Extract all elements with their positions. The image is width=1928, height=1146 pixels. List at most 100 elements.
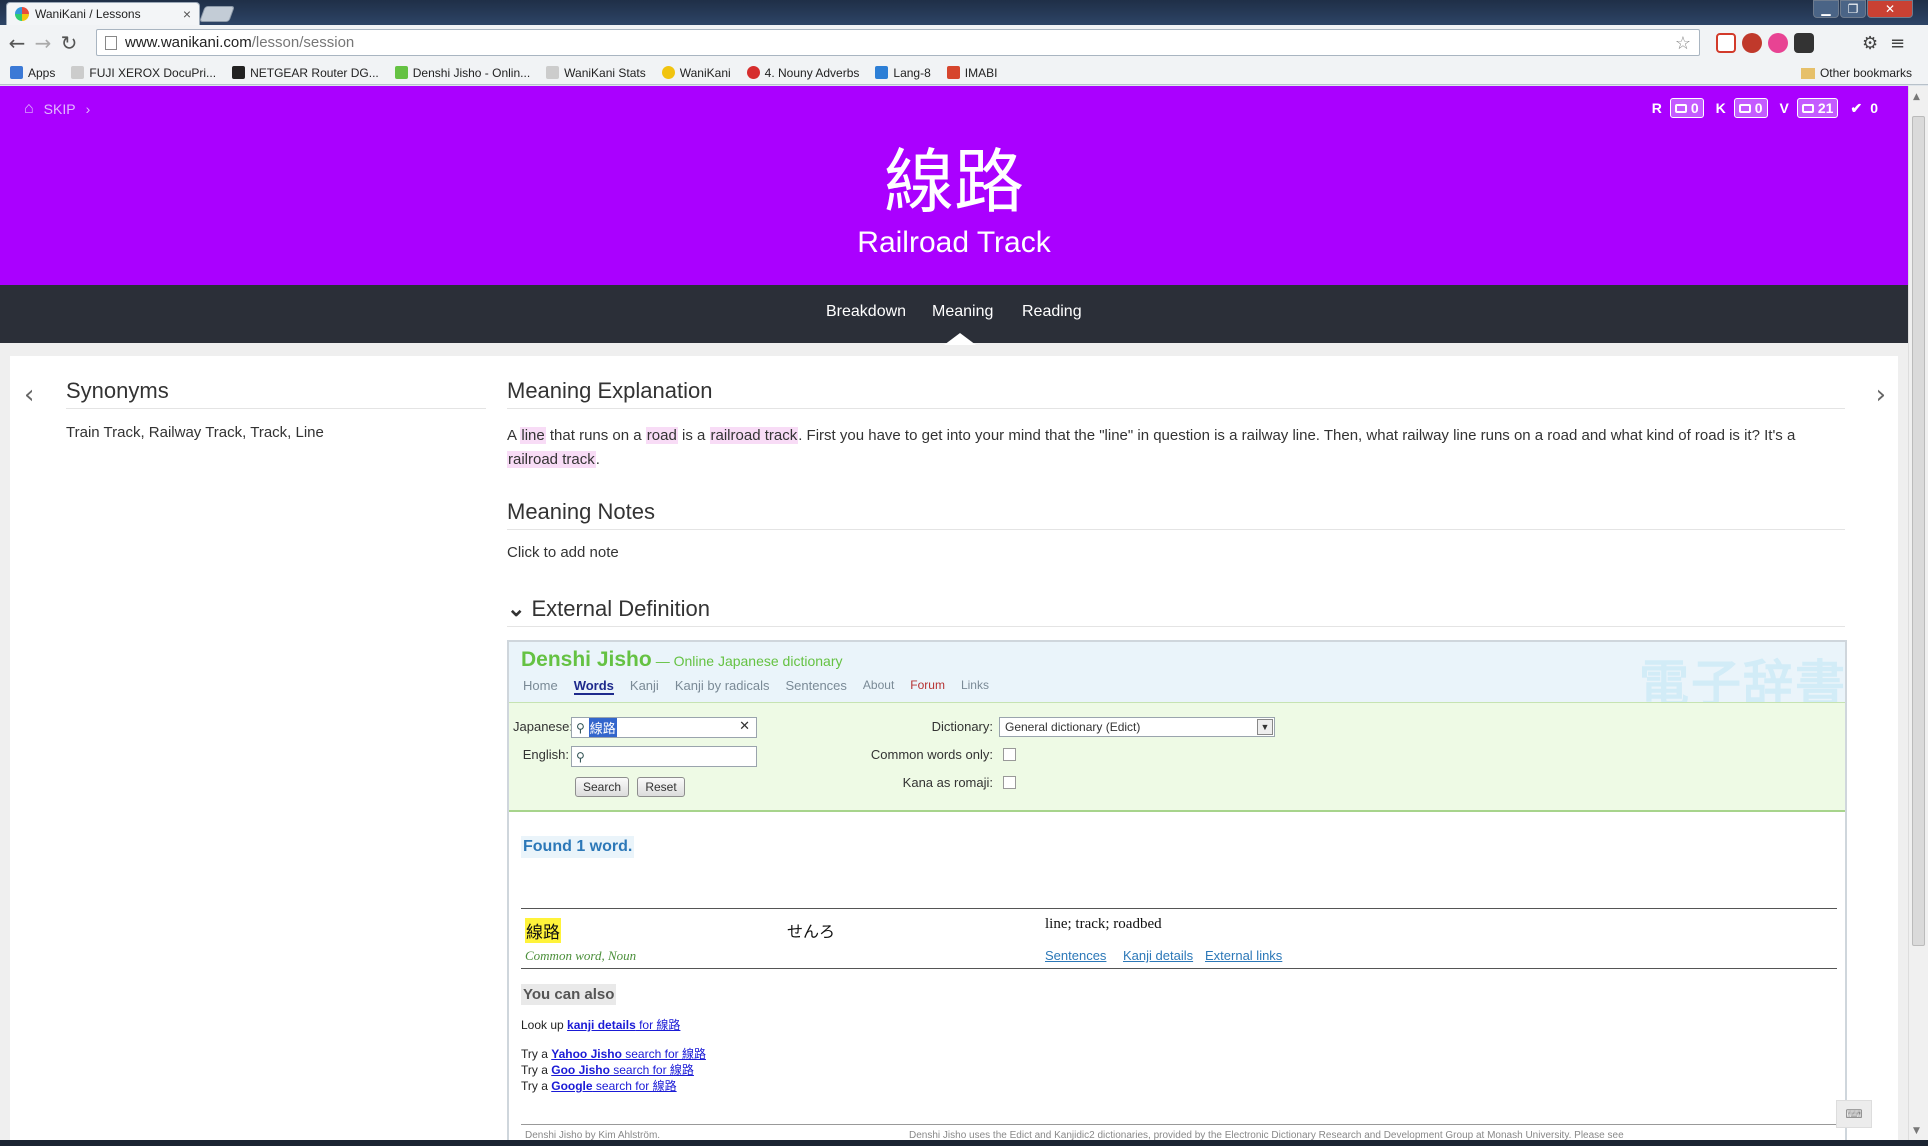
- new-tab-button[interactable]: [199, 6, 235, 22]
- yahoo-jisho-link[interactable]: Yahoo Jisho search for 線路: [551, 1047, 706, 1061]
- english-input[interactable]: ⚲: [571, 746, 757, 767]
- results-count: Found 1 word.: [521, 836, 635, 858]
- result-tag: Common word, Noun: [525, 948, 637, 963]
- done-count: ✔ 0: [1850, 99, 1878, 117]
- kanji-details-lookup-link[interactable]: kanji details for 線路: [567, 1018, 680, 1032]
- browser-toolbar: ← → ↻ www.wanikani.com/lesson/session ☆: [0, 25, 1928, 61]
- taskbar: [0, 1140, 1928, 1146]
- settings-gear-icon[interactable]: ⚙: [1862, 33, 1882, 54]
- close-tab-icon[interactable]: ×: [183, 6, 191, 22]
- gmail-extension-icon[interactable]: [1716, 33, 1736, 53]
- kanji-details-link[interactable]: Kanji details: [1123, 948, 1193, 963]
- chevron-right-icon: ›: [85, 101, 91, 117]
- tomato-icon: [746, 66, 760, 79]
- sentences-link[interactable]: Sentences: [1045, 948, 1106, 963]
- browser-tab-title: WaniKani / Lessons: [35, 7, 141, 21]
- jisho-nav-words[interactable]: Words: [573, 678, 614, 695]
- jisho-title[interactable]: Denshi Jisho — Online Japanese dictionary: [521, 648, 842, 672]
- extension-dark-icon[interactable]: [1794, 33, 1814, 53]
- external-definition-title[interactable]: ⌄ External Definition: [507, 596, 1845, 627]
- back-arrow-icon[interactable]: ←: [4, 31, 30, 55]
- skip-button[interactable]: SKIP: [44, 101, 76, 117]
- vocab-character: 線路: [884, 141, 1024, 223]
- imabi-icon: [946, 66, 960, 79]
- japanese-input-value: 線路: [588, 718, 617, 737]
- kana-romaji-checkbox[interactable]: [1003, 776, 1016, 789]
- wanikani-icon: [661, 66, 675, 79]
- keyboard-icon[interactable]: ⌨: [1836, 1100, 1872, 1128]
- jisho-nav-sentences[interactable]: Sentences: [785, 678, 846, 695]
- address-bar[interactable]: www.wanikani.com/lesson/session ☆: [96, 29, 1700, 56]
- jisho-search-button[interactable]: Search: [575, 777, 629, 797]
- minimize-button[interactable]: ▁: [1813, 0, 1839, 18]
- jisho-nav-links[interactable]: Links: [961, 678, 989, 695]
- goo-jisho-link[interactable]: Goo Jisho search for 線路: [551, 1063, 694, 1077]
- bookmark-netgear[interactable]: NETGEAR Router DG...: [232, 66, 379, 80]
- add-note[interactable]: Click to add note: [507, 544, 619, 561]
- adblock-extension-icon[interactable]: [1742, 33, 1762, 53]
- header-nav: ⌂ SKIP ›: [24, 100, 90, 118]
- bookmark-denshi-jisho[interactable]: Denshi Jisho - Onlin...: [394, 66, 530, 80]
- external-links-link[interactable]: External links: [1205, 948, 1282, 963]
- dictionary-label: Dictionary:: [931, 719, 993, 734]
- close-window-button[interactable]: ✕: [1867, 0, 1913, 18]
- kana-romaji-label: Kana as romaji:: [902, 775, 993, 790]
- jisho-nav-radicals[interactable]: Kanji by radicals: [675, 678, 770, 695]
- menu-icon[interactable]: ≡: [1890, 33, 1910, 54]
- highlight-railroad-track: railroad track: [709, 427, 799, 444]
- page-icon: [71, 66, 85, 79]
- extension-pink-icon[interactable]: [1768, 33, 1788, 53]
- folder-icon: [1800, 67, 1815, 79]
- jisho-nav-forum[interactable]: Forum: [910, 678, 945, 695]
- jisho-embed: 電子辞書 Denshi Jisho — Online Japanese dicti…: [507, 640, 1847, 1142]
- forward-arrow-icon[interactable]: →: [30, 31, 56, 55]
- jisho-nav: Home Words Kanji Kanji by radicals Sente…: [523, 678, 989, 695]
- result-meaning: line; track; roadbed: [1045, 916, 1162, 932]
- tab-meaning[interactable]: Meaning: [932, 303, 993, 321]
- dictionary-select[interactable]: General dictionary (Edict) ▼: [999, 717, 1275, 737]
- highlight-road: road: [645, 427, 678, 444]
- also-goo: Try a Goo Jisho search for 線路: [521, 1063, 694, 1077]
- bookmarks-bar: Apps FUJI XEROX DocuPri... NETGEAR Route…: [0, 61, 1928, 85]
- other-bookmarks[interactable]: Other bookmarks: [1800, 66, 1912, 80]
- scroll-up-icon[interactable]: ▲: [1913, 92, 1920, 102]
- apps-grid-icon: [10, 66, 23, 79]
- radical-count: R 0: [1652, 98, 1704, 118]
- bookmark-fuji-xerox[interactable]: FUJI XEROX DocuPri...: [71, 66, 216, 80]
- scroll-down-icon[interactable]: ▼: [1913, 1126, 1920, 1136]
- bookmark-wanikani[interactable]: WaniKani: [661, 66, 731, 80]
- scroll-thumb[interactable]: [1912, 116, 1925, 946]
- japanese-input[interactable]: ⚲ 線路 ✕: [571, 717, 757, 738]
- bookmark-imabi[interactable]: IMABI: [946, 66, 997, 80]
- bookmark-apps[interactable]: Apps: [10, 66, 55, 80]
- jisho-search-form: Japanese: ⚲ 線路 ✕ English: ⚲ Search Reset…: [509, 702, 1845, 812]
- url-path: /lesson/session: [251, 34, 355, 51]
- clear-icon[interactable]: ✕: [739, 719, 750, 734]
- tab-breakdown[interactable]: Breakdown: [826, 303, 906, 321]
- divider: [521, 968, 1837, 969]
- jisho-reset-button[interactable]: Reset: [637, 777, 685, 797]
- common-words-checkbox[interactable]: [1003, 748, 1016, 761]
- meaning-explanation: A line that runs on a road is a railroad…: [507, 427, 1796, 468]
- browser-tab[interactable]: WaniKani / Lessons ×: [6, 2, 200, 25]
- jisho-nav-kanji[interactable]: Kanji: [630, 678, 659, 695]
- home-icon[interactable]: ⌂: [24, 100, 34, 118]
- tab-reading[interactable]: Reading: [1022, 303, 1082, 321]
- page-scrollbar[interactable]: ▲ ▼: [1908, 86, 1928, 1142]
- reload-icon[interactable]: ↻: [56, 31, 82, 55]
- bookmark-star-icon[interactable]: ☆: [1675, 33, 1691, 54]
- google-search-link[interactable]: Google search for 線路: [551, 1079, 676, 1093]
- jisho-nav-home[interactable]: Home: [523, 678, 558, 695]
- vocab-count: V 21: [1780, 98, 1839, 118]
- vocab-header: ⌂ SKIP › R 0 K 0 V 21 ✔ 0 線路 Railroad Tr…: [0, 86, 1908, 285]
- meaning-notes-title: Meaning Notes: [507, 499, 1845, 530]
- previous-arrow-icon[interactable]: ‹: [24, 380, 34, 410]
- jisho-nav-about[interactable]: About: [863, 678, 894, 695]
- next-arrow-icon[interactable]: ›: [1876, 380, 1886, 410]
- kanji-count: K 0: [1716, 98, 1768, 118]
- bookmark-nouny-adverbs[interactable]: 4. Nouny Adverbs: [746, 66, 859, 80]
- bookmark-wanikani-stats[interactable]: WaniKani Stats: [546, 66, 646, 80]
- maximize-button[interactable]: ❐: [1840, 0, 1866, 18]
- bookmark-lang-8[interactable]: Lang-8: [875, 66, 931, 80]
- browser-chrome: WaniKani / Lessons × ▁ ❐ ✕ ← → ↻ www.wan…: [0, 0, 1928, 86]
